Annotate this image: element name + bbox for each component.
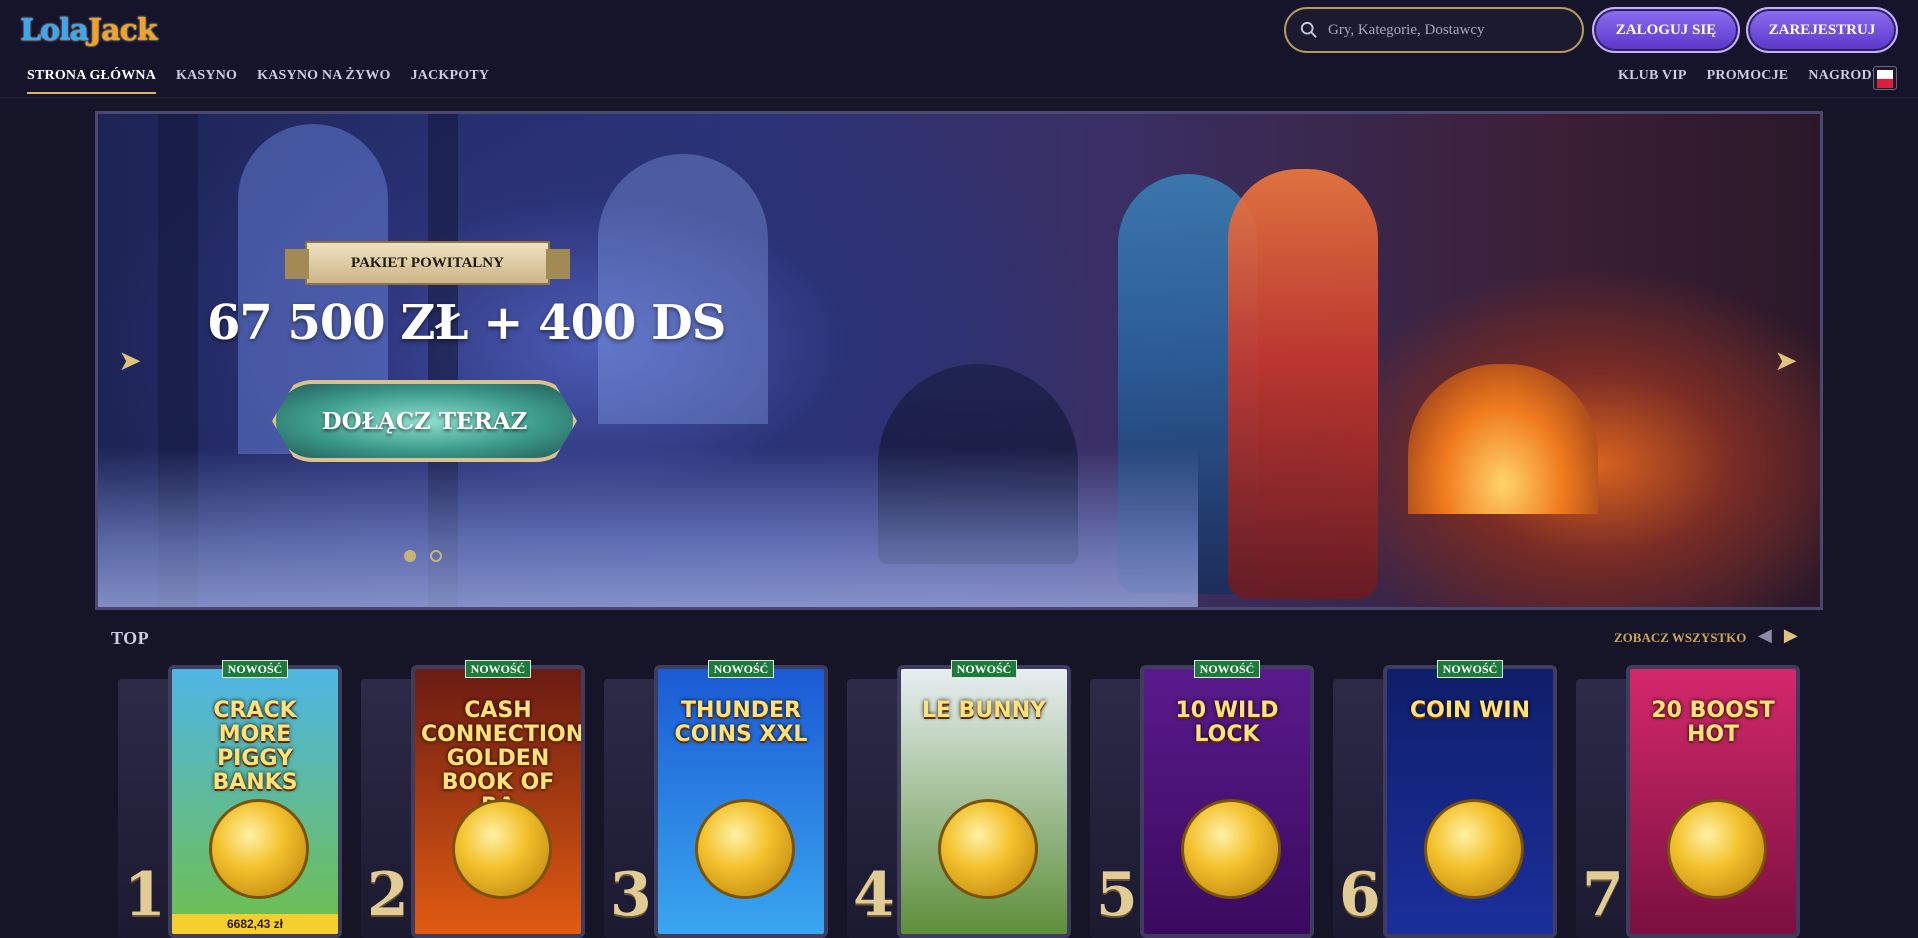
top-carousel-arrows: ◀ ▶ — [1758, 625, 1798, 646]
carousel-next-icon[interactable]: ▶ — [1784, 625, 1798, 646]
banner-prev-arrow-icon[interactable]: ➤ — [118, 345, 142, 376]
banner-character-jack — [1228, 169, 1378, 599]
join-now-button[interactable]: DOŁĄCZ TERAZ — [272, 380, 577, 462]
rank-number: 4 — [853, 860, 895, 930]
game-card[interactable]: CASH CONNECTION GOLDEN BOOK OF RANOWOŚĆ 2 — [361, 660, 589, 938]
welcome-ribbon: PAKIET POWITALNY — [285, 241, 570, 285]
nav-item-vip-club[interactable]: KLUB VIP — [1618, 68, 1687, 84]
nav-item-casino[interactable]: KASYNO — [176, 68, 237, 94]
rank-number: 1 — [124, 860, 166, 930]
login-button[interactable]: ZALOGUJ SIĘ — [1592, 7, 1740, 53]
game-tile[interactable]: CASH CONNECTION GOLDEN BOOK OF RA — [411, 665, 585, 938]
game-tile[interactable]: COIN WIN — [1383, 665, 1557, 938]
search-input[interactable] — [1328, 21, 1558, 39]
new-badge: NOWOŚĆ — [465, 660, 531, 678]
nav-item-live-casino[interactable]: KASYNO NA ŻYWO — [257, 68, 390, 94]
game-art-icon — [1424, 799, 1524, 899]
game-card[interactable]: COIN WIN NOWOŚĆ 6 — [1333, 660, 1561, 938]
banner-next-arrow-icon[interactable]: ➤ — [1774, 345, 1798, 376]
see-all-link[interactable]: ZOBACZ WSZYSTKO — [1614, 630, 1746, 646]
banner-pagination — [404, 550, 442, 562]
rank-number: 2 — [367, 860, 409, 930]
game-art-icon — [1181, 799, 1281, 899]
game-art-icon — [695, 799, 795, 899]
language-flag-icon[interactable] — [1873, 66, 1897, 90]
game-art-icon — [1667, 799, 1767, 899]
rank-number: 7 — [1582, 860, 1624, 930]
rank-number: 5 — [1096, 860, 1138, 930]
hero-banner — [95, 111, 1823, 610]
nav-item-promotions[interactable]: PROMOCJE — [1707, 68, 1789, 84]
game-card[interactable]: THUNDER COINS XXL NOWOŚĆ 3 — [604, 660, 832, 938]
jackpot-amount: 6682,43 zł — [172, 914, 338, 934]
carousel-prev-icon[interactable]: ◀ — [1758, 625, 1772, 646]
game-card[interactable]: CRACK MORE PIGGY BANKS 6682,43 zł NOWOŚĆ 1 — [118, 660, 346, 938]
game-art-icon — [452, 799, 552, 899]
game-tile[interactable]: THUNDER COINS XXL — [654, 665, 828, 938]
banner-snow-art — [98, 447, 1198, 607]
game-tile[interactable]: LE BUNNY — [897, 665, 1071, 938]
new-badge: NOWOŚĆ — [222, 660, 288, 678]
game-title: 20 BOOST HOT — [1651, 698, 1775, 747]
game-tile[interactable]: CRACK MORE PIGGY BANKS 6682,43 zł — [168, 665, 342, 938]
rank-number: 3 — [610, 860, 652, 930]
banner-window-art — [598, 154, 768, 424]
game-tile[interactable]: 10 WILD LOCK — [1140, 665, 1314, 938]
new-badge: NOWOŚĆ — [1437, 660, 1503, 678]
banner-dot-1[interactable] — [404, 550, 416, 562]
game-title: THUNDER COINS XXL — [674, 698, 808, 747]
game-title: LE BUNNY — [921, 698, 1047, 723]
main-nav: STRONA GŁÓWNA KASYNO KASYNO NA ŻYWO JACK… — [27, 68, 509, 94]
banner-fireplace-art — [1408, 364, 1598, 514]
register-button[interactable]: ZAREJESTRUJ — [1746, 7, 1898, 53]
new-badge: NOWOŚĆ — [708, 660, 774, 678]
nav-item-jackpots[interactable]: JACKPOTY — [411, 68, 490, 94]
game-card[interactable]: 10 WILD LOCK NOWOŚĆ 5 — [1090, 660, 1318, 938]
game-art-icon — [938, 799, 1038, 899]
game-card[interactable]: LE BUNNY NOWOŚĆ 4 — [847, 660, 1075, 938]
game-title: COIN WIN — [1410, 698, 1530, 723]
game-art-icon — [209, 799, 309, 899]
game-tile[interactable]: 20 BOOST HOT — [1626, 665, 1800, 938]
nav-item-home[interactable]: STRONA GŁÓWNA — [27, 68, 157, 94]
search-icon — [1300, 21, 1317, 38]
game-title: CRACK MORE PIGGY BANKS — [212, 698, 298, 795]
new-badge: NOWOŚĆ — [1194, 660, 1260, 678]
nav-item-rewards[interactable]: NAGRODY — [1808, 68, 1882, 84]
site-header: LolaJack ZALOGUJ SIĘ ZAREJESTRUJ STRONA … — [0, 0, 1918, 98]
lolajack-logo[interactable]: Lola Jack — [20, 8, 158, 52]
banner-dot-2[interactable] — [430, 550, 442, 562]
search-box[interactable] — [1284, 7, 1584, 53]
rank-number: 6 — [1339, 860, 1381, 930]
banner-headline: 67 500 ZŁ + 400 DS — [207, 295, 726, 351]
secondary-nav: KLUB VIP PROMOCJE NAGRODY — [1618, 68, 1902, 84]
game-title: 10 WILD LOCK — [1175, 698, 1279, 747]
game-card[interactable]: 20 BOOST HOT 7 — [1576, 665, 1804, 938]
top-section-title: TOP — [111, 628, 150, 648]
new-badge: NOWOŚĆ — [951, 660, 1017, 678]
